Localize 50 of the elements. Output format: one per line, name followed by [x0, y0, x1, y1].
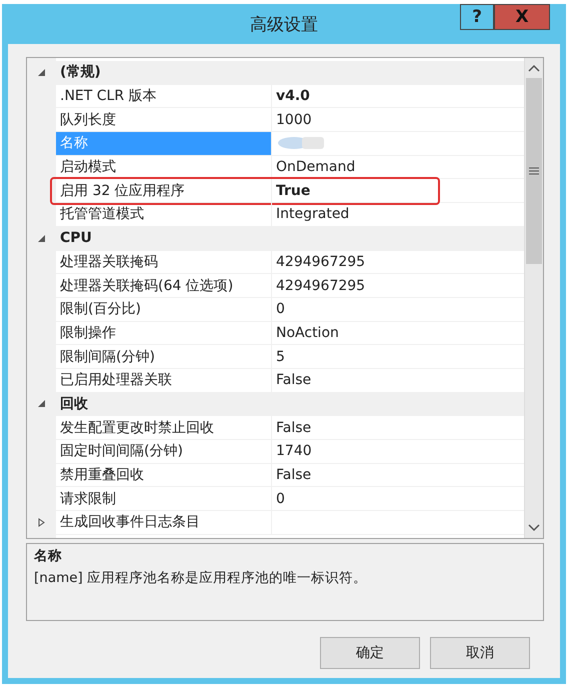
property-name[interactable]: 限制操作 [56, 322, 272, 344]
property-name[interactable]: 处理器关联掩码(64 位选项) [56, 274, 272, 297]
property-value[interactable]: v4.0 [276, 88, 310, 104]
property-value[interactable]: 4294967295 [276, 254, 366, 270]
expanded-triangle-icon[interactable] [37, 234, 46, 243]
property-name[interactable]: 固定时间间隔(分钟) [56, 440, 272, 463]
property-value[interactable]: 0 [276, 490, 285, 507]
property-name[interactable]: 队列长度 [56, 108, 272, 132]
property-name[interactable]: 启动模式 [56, 156, 272, 178]
scroll-down-icon[interactable] [528, 524, 540, 532]
expanded-triangle-icon[interactable] [37, 68, 46, 77]
property-value[interactable]: False [276, 420, 312, 436]
property-value[interactable]: 5 [276, 348, 285, 365]
property-value[interactable]: NoAction [276, 324, 339, 341]
property-value[interactable]: False [276, 467, 312, 484]
property-name[interactable]: 禁用重叠回收 [56, 464, 272, 486]
property-value[interactable]: False [276, 372, 312, 388]
cancel-button[interactable]: 取消 [430, 637, 530, 669]
property-value[interactable]: 0 [276, 301, 285, 318]
property-name[interactable]: 限制(百分比) [56, 298, 272, 321]
property-value[interactable]: Integrated [276, 206, 350, 222]
property-name[interactable]: 启用 32 位应用程序 [56, 179, 272, 202]
property-value[interactable]: 1740 [276, 443, 312, 460]
window-title: 高级设置 [250, 14, 318, 36]
property-name[interactable]: 已启用处理器关联 [56, 368, 272, 392]
description-title: 名称 [34, 547, 63, 565]
property-value[interactable]: OnDemand [276, 159, 356, 176]
ok-button[interactable]: 确定 [320, 637, 420, 669]
property-name[interactable]: 限制间隔(分钟) [56, 345, 272, 368]
expanded-triangle-icon[interactable] [37, 399, 46, 408]
close-button[interactable]: X [494, 4, 550, 30]
property-name[interactable]: 托管管道模式 [56, 203, 272, 226]
category-label[interactable]: 回收 [56, 392, 88, 416]
grip-icon [529, 167, 539, 175]
help-button[interactable]: ? [460, 4, 494, 30]
description-text: [name] 应用程序池名称是应用程序池的唯一标识符。 [34, 569, 368, 587]
property-name[interactable]: 处理器关联掩码 [56, 250, 272, 274]
property-name[interactable]: .NET CLR 版本 [56, 84, 272, 108]
property-name[interactable]: 请求限制 [56, 487, 272, 510]
property-name[interactable]: 生成回收事件日志条目 [56, 511, 272, 534]
property-value[interactable]: True [276, 182, 310, 199]
scroll-thumb[interactable] [526, 78, 542, 264]
scrollbar[interactable] [524, 58, 543, 538]
property-value[interactable]: 4294967295 [276, 278, 366, 294]
collapsed-triangle-icon[interactable] [37, 518, 46, 527]
property-name[interactable]: 发生配置更改时禁止回收 [56, 416, 272, 439]
category-label[interactable]: CPU [56, 226, 92, 250]
property-value[interactable]: 1000 [276, 112, 312, 128]
scroll-up-icon[interactable] [528, 64, 540, 72]
category-label[interactable]: (常规) [56, 61, 101, 84]
